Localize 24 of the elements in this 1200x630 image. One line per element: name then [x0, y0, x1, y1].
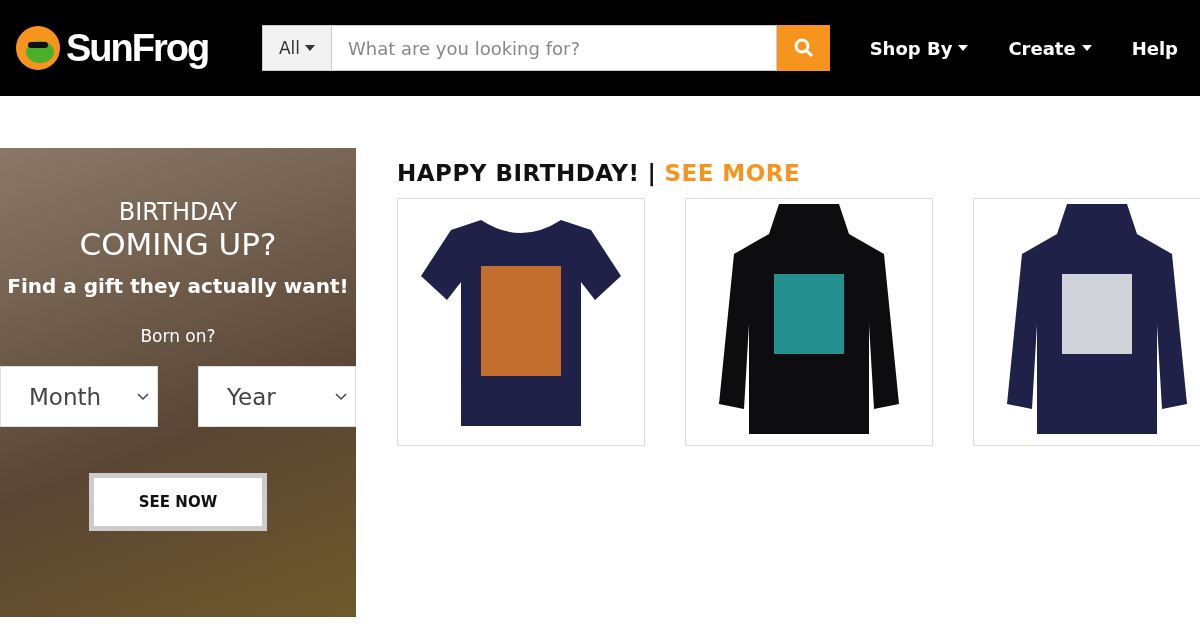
section-title: HAPPY BIRTHDAY!	[397, 160, 640, 186]
promo-title: COMING UP?	[79, 226, 277, 262]
see-now-button[interactable]: SEE NOW	[89, 473, 267, 531]
caret-icon	[958, 45, 969, 51]
date-select[interactable]: Month	[0, 366, 158, 427]
product-card[interactable]	[685, 198, 933, 446]
product-card[interactable]	[397, 198, 645, 446]
product-card[interactable]	[973, 198, 1200, 446]
nav-link[interactable]: Create	[1008, 37, 1092, 59]
caret-icon	[305, 45, 316, 51]
caret-icon	[1081, 45, 1092, 51]
promo-title: BIRTHDAY	[118, 198, 238, 226]
category-dropdown[interactable]: All	[262, 25, 332, 71]
nav-link[interactable]: Help	[1131, 37, 1178, 59]
chevron-down-icon	[335, 392, 347, 401]
date-select[interactable]: Year	[198, 366, 356, 427]
separator: |	[647, 160, 657, 186]
promo-subtitle: Find a gift they actually want!	[7, 274, 349, 298]
nav-link[interactable]: Shop By	[869, 37, 969, 59]
search-icon	[793, 38, 814, 58]
birthday-prompt: Born on?	[140, 326, 216, 346]
chevron-down-icon	[137, 392, 149, 401]
search-field[interactable]: What are you looking for?	[332, 25, 777, 71]
logo-text[interactable]: SunFrog	[66, 26, 209, 70]
